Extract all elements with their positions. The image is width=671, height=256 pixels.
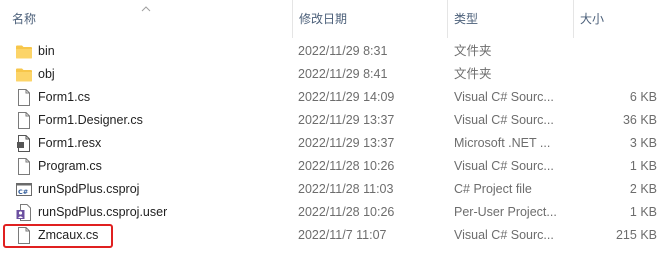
file-name: Form1.Designer.cs bbox=[38, 113, 143, 127]
file-date: 2022/11/29 8:41 bbox=[298, 67, 388, 81]
user-file-icon bbox=[15, 204, 33, 221]
document-icon bbox=[15, 89, 33, 106]
file-size: 3 KB bbox=[629, 136, 657, 150]
file-size: 36 KB bbox=[622, 113, 657, 127]
file-type: Visual C# Sourc... bbox=[454, 90, 554, 104]
file-row[interactable]: Form1.Designer.cs 2022/11/29 13:37 Visual … bbox=[0, 109, 671, 132]
file-row[interactable]: Program.cs 2022/11/28 10:26 Visual C# Sour… bbox=[0, 155, 671, 178]
document-icon bbox=[15, 158, 33, 175]
file-row[interactable]: C# runSpdPlus.csproj 2022/11/28 11:03 C# Pr… bbox=[0, 178, 671, 201]
file-type: Per-User Project... bbox=[454, 205, 557, 219]
svg-text:C#: C# bbox=[18, 188, 28, 196]
file-type: Microsoft .NET ... bbox=[454, 136, 551, 150]
file-type: C# Project file bbox=[454, 182, 532, 196]
file-date: 2022/11/29 13:37 bbox=[298, 113, 395, 127]
file-type: 文件夹 bbox=[454, 67, 492, 81]
file-row[interactable]: Form1.cs 2022/11/29 14:09 Visual C# Sourc.… bbox=[0, 86, 671, 109]
column-header-name-label: 名称 bbox=[12, 12, 37, 26]
file-size: 1 KB bbox=[629, 205, 657, 219]
file-type: Visual C# Sourc... bbox=[454, 228, 554, 242]
column-header-date-label: 修改日期 bbox=[299, 12, 348, 26]
column-header-date[interactable]: 修改日期 bbox=[292, 0, 448, 38]
column-header: 名称 修改日期 类型 大小 bbox=[0, 0, 671, 38]
highlight-annotation bbox=[3, 224, 113, 248]
file-type: Visual C# Sourc... bbox=[454, 159, 554, 173]
file-date: 2022/11/28 11:03 bbox=[298, 182, 394, 196]
folder-icon bbox=[15, 43, 33, 60]
file-name: Program.cs bbox=[38, 159, 102, 173]
file-name: runSpdPlus.csproj bbox=[38, 182, 140, 196]
file-row[interactable]: runSpdPlus.csproj.user 2022/11/28 10:26 Pe… bbox=[0, 201, 671, 224]
file-name: bin bbox=[38, 44, 55, 58]
file-name: runSpdPlus.csproj.user bbox=[38, 205, 168, 219]
file-row[interactable]: Form1.resx 2022/11/29 13:37 Microsoft .NET… bbox=[0, 132, 671, 155]
file-date: 2022/11/29 13:37 bbox=[298, 136, 395, 150]
file-date: 2022/11/29 14:09 bbox=[298, 90, 395, 104]
column-header-size[interactable]: 大小 bbox=[574, 0, 671, 38]
file-date: 2022/11/7 11:07 bbox=[298, 228, 387, 242]
file-name: Form1.resx bbox=[38, 136, 102, 150]
file-date: 2022/11/28 10:26 bbox=[298, 205, 395, 219]
column-header-type-label: 类型 bbox=[454, 12, 479, 26]
file-size: 215 KB bbox=[615, 228, 657, 242]
file-size: 2 KB bbox=[629, 182, 657, 196]
column-header-size-label: 大小 bbox=[580, 12, 605, 26]
file-size: 1 KB bbox=[629, 159, 657, 173]
csproj-icon: C# bbox=[15, 181, 33, 198]
column-header-type[interactable]: 类型 bbox=[448, 0, 574, 38]
document-icon bbox=[15, 112, 33, 129]
file-size: 6 KB bbox=[629, 90, 657, 104]
sort-ascending-icon bbox=[141, 6, 151, 12]
file-row[interactable]: bin 2022/11/29 8:31 文件夹 bbox=[0, 40, 671, 63]
file-row[interactable]: obj 2022/11/29 8:41 文件夹 bbox=[0, 63, 671, 86]
file-name: obj bbox=[38, 67, 55, 81]
file-type: 文件夹 bbox=[454, 44, 492, 58]
resx-icon bbox=[15, 135, 33, 152]
file-date: 2022/11/29 8:31 bbox=[298, 44, 388, 58]
folder-icon bbox=[15, 66, 33, 83]
file-date: 2022/11/28 10:26 bbox=[298, 159, 395, 173]
file-type: Visual C# Sourc... bbox=[454, 113, 554, 127]
file-name: Form1.cs bbox=[38, 90, 91, 104]
